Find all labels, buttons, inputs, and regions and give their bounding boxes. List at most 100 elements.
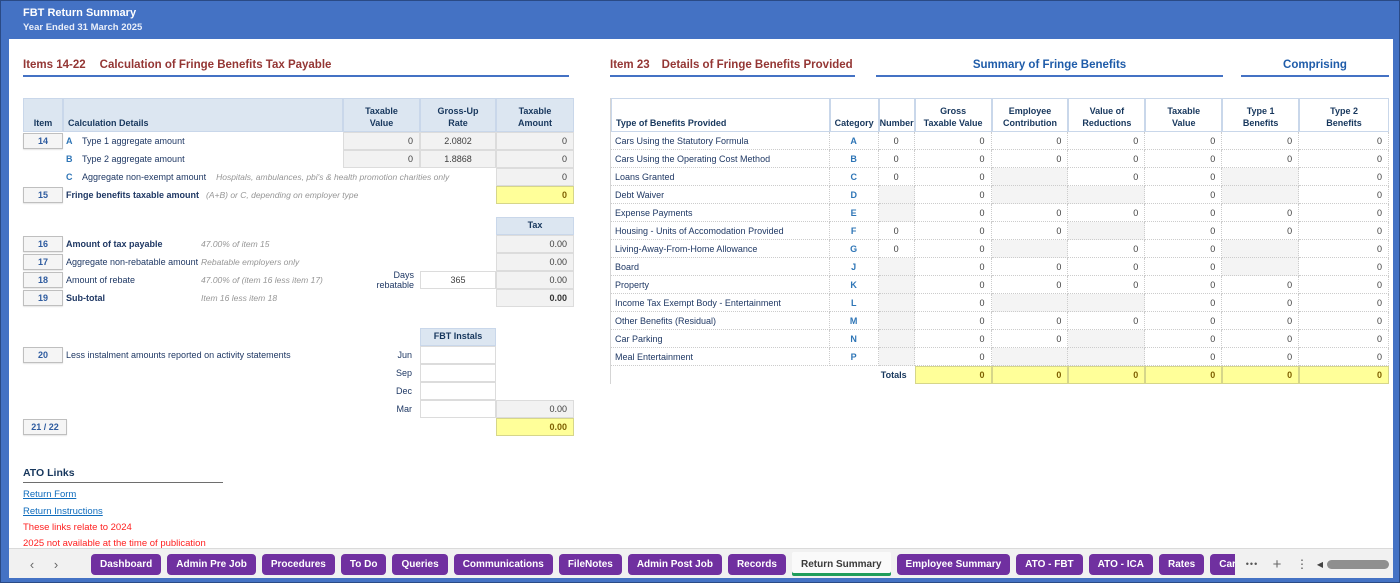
cell-E-reductions[interactable]: 0 (1068, 204, 1145, 222)
sheet-tab-ato-ica[interactable]: ATO - ICA (1089, 554, 1153, 575)
cell-J-employee[interactable]: 0 (992, 258, 1069, 276)
cell-G-taxable[interactable]: 0 (1145, 240, 1222, 258)
sheet-tab-admin-pre-job[interactable]: Admin Pre Job (167, 554, 256, 575)
sheet-tab-employee-summary[interactable]: Employee Summary (897, 554, 1011, 575)
cell-G-reductions[interactable]: 0 (1068, 240, 1145, 258)
cell-K-employee[interactable]: 0 (992, 276, 1069, 294)
cell-D-gross[interactable]: 0 (915, 186, 992, 204)
cell-non-rebatable-amount[interactable]: 0.00 (496, 253, 574, 271)
sheet-tab-dashboard[interactable]: Dashboard (91, 554, 161, 575)
cell-E-taxable[interactable]: 0 (1145, 204, 1222, 222)
cell-J-reductions[interactable]: 0 (1068, 258, 1145, 276)
cell-K-taxable[interactable]: 0 (1145, 276, 1222, 294)
sheet-tab-admin-post-job[interactable]: Admin Post Job (628, 554, 722, 575)
cell-B-number[interactable]: 0 (879, 150, 915, 168)
sheet-tab-rates[interactable]: Rates (1159, 554, 1204, 575)
total-value-of-reductions[interactable]: 0 (1068, 366, 1145, 384)
cell-instalments-total[interactable]: 0.00 (496, 400, 574, 418)
sheet-tab-queries[interactable]: Queries (392, 554, 447, 575)
cell-M-reductions[interactable]: 0 (1068, 312, 1145, 330)
cell-D-taxable[interactable]: 0 (1145, 186, 1222, 204)
cell-A-number[interactable]: 0 (879, 132, 915, 150)
sheet-options-kebab-icon[interactable]: ⋮ (1295, 549, 1309, 579)
cell-F-gross[interactable]: 0 (915, 222, 992, 240)
cell-B-gross[interactable]: 0 (915, 150, 992, 168)
cell-P-gross[interactable]: 0 (915, 348, 992, 366)
add-sheet-button[interactable]: + (1267, 549, 1287, 579)
item-number-17[interactable]: 17 (23, 254, 63, 270)
cell-P-taxable[interactable]: 0 (1145, 348, 1222, 366)
cell-A-reductions[interactable]: 0 (1068, 132, 1145, 150)
cell-K-type2[interactable]: 0 (1299, 276, 1389, 294)
item-number-15[interactable]: 15 (23, 187, 63, 203)
cell-rebate-amount[interactable]: 0.00 (496, 271, 574, 289)
cell-subtotal[interactable]: 0.00 (496, 289, 574, 307)
cell-type2-grossup-rate[interactable]: 1.8868 (420, 150, 496, 168)
sheet-tab-ato-fbt[interactable]: ATO - FBT (1016, 554, 1083, 575)
cell-J-taxable[interactable]: 0 (1145, 258, 1222, 276)
cell-type1-taxable-amount[interactable]: 0 (496, 132, 574, 150)
cell-M-taxable[interactable]: 0 (1145, 312, 1222, 330)
total-type2-benefits[interactable]: 0 (1299, 366, 1389, 384)
instalment-input-jun[interactable] (420, 346, 496, 364)
item-number-19[interactable]: 19 (23, 290, 63, 306)
sheet-tab-records[interactable]: Records (728, 554, 786, 575)
return-form-link[interactable]: Return Form (23, 489, 323, 500)
cell-N-gross[interactable]: 0 (915, 330, 992, 348)
cell-B-taxable[interactable]: 0 (1145, 150, 1222, 168)
cell-L-type1[interactable]: 0 (1222, 294, 1299, 312)
cell-B-type1[interactable]: 0 (1222, 150, 1299, 168)
cell-C-gross[interactable]: 0 (915, 168, 992, 186)
cell-K-reductions[interactable]: 0 (1068, 276, 1145, 294)
cell-C-taxable[interactable]: 0 (1145, 168, 1222, 186)
cell-F-taxable[interactable]: 0 (1145, 222, 1222, 240)
days-rebatable-input[interactable]: 365 (420, 271, 496, 289)
instalment-input-sep[interactable] (420, 364, 496, 382)
cell-N-type1[interactable]: 0 (1222, 330, 1299, 348)
cell-tax-payable[interactable]: 0.00 (496, 235, 574, 253)
cell-A-taxable[interactable]: 0 (1145, 132, 1222, 150)
cell-fringe-benefits-taxable-amount[interactable]: 0 (496, 186, 574, 204)
total-type1-benefits[interactable]: 0 (1222, 366, 1299, 384)
cell-type1-taxable-value[interactable]: 0 (343, 132, 420, 150)
cell-A-type2[interactable]: 0 (1299, 132, 1389, 150)
cell-type2-taxable-value[interactable]: 0 (343, 150, 420, 168)
cell-E-type1[interactable]: 0 (1222, 204, 1299, 222)
cell-C-number[interactable]: 0 (879, 168, 915, 186)
hscroll-left-arrow-icon[interactable]: ◀ (1313, 549, 1327, 579)
cell-A-type1[interactable]: 0 (1222, 132, 1299, 150)
instalment-input-mar[interactable] (420, 400, 496, 418)
tab-scroll-right-arrow[interactable]: › (47, 557, 65, 572)
cell-G-type2[interactable]: 0 (1299, 240, 1389, 258)
sheet-tab-filenotes[interactable]: FileNotes (559, 554, 622, 575)
cell-L-gross[interactable]: 0 (915, 294, 992, 312)
cell-A-employee[interactable]: 0 (992, 132, 1069, 150)
item-number-18[interactable]: 18 (23, 272, 63, 288)
sheet-tab-procedures[interactable]: Procedures (262, 554, 335, 575)
cell-M-type2[interactable]: 0 (1299, 312, 1389, 330)
cell-type1-grossup-rate[interactable]: 2.0802 (420, 132, 496, 150)
cell-E-type2[interactable]: 0 (1299, 204, 1389, 222)
return-instructions-link[interactable]: Return Instructions (23, 506, 323, 517)
cell-C-reductions[interactable]: 0 (1068, 168, 1145, 186)
cell-N-type2[interactable]: 0 (1299, 330, 1389, 348)
cell-K-gross[interactable]: 0 (915, 276, 992, 294)
tab-scroll-left-arrow[interactable]: ‹ (23, 557, 41, 572)
cell-B-employee[interactable]: 0 (992, 150, 1069, 168)
cell-G-number[interactable]: 0 (879, 240, 915, 258)
cell-N-employee[interactable]: 0 (992, 330, 1069, 348)
total-employee-contribution[interactable]: 0 (992, 366, 1069, 384)
sheet-tab-cars[interactable]: Cars (1210, 554, 1235, 575)
cell-E-gross[interactable]: 0 (915, 204, 992, 222)
cell-C-type2[interactable]: 0 (1299, 168, 1389, 186)
cell-payable-or-refund[interactable]: 0.00 (496, 418, 574, 436)
cell-A-gross[interactable]: 0 (915, 132, 992, 150)
cell-E-employee[interactable]: 0 (992, 204, 1069, 222)
cell-type2-taxable-amount[interactable]: 0 (496, 150, 574, 168)
item-number-21-22[interactable]: 21 / 22 (23, 419, 67, 435)
cell-J-gross[interactable]: 0 (915, 258, 992, 276)
cell-F-employee[interactable]: 0 (992, 222, 1069, 240)
cell-L-taxable[interactable]: 0 (1145, 294, 1222, 312)
cell-B-reductions[interactable]: 0 (1068, 150, 1145, 168)
cell-B-type2[interactable]: 0 (1299, 150, 1389, 168)
